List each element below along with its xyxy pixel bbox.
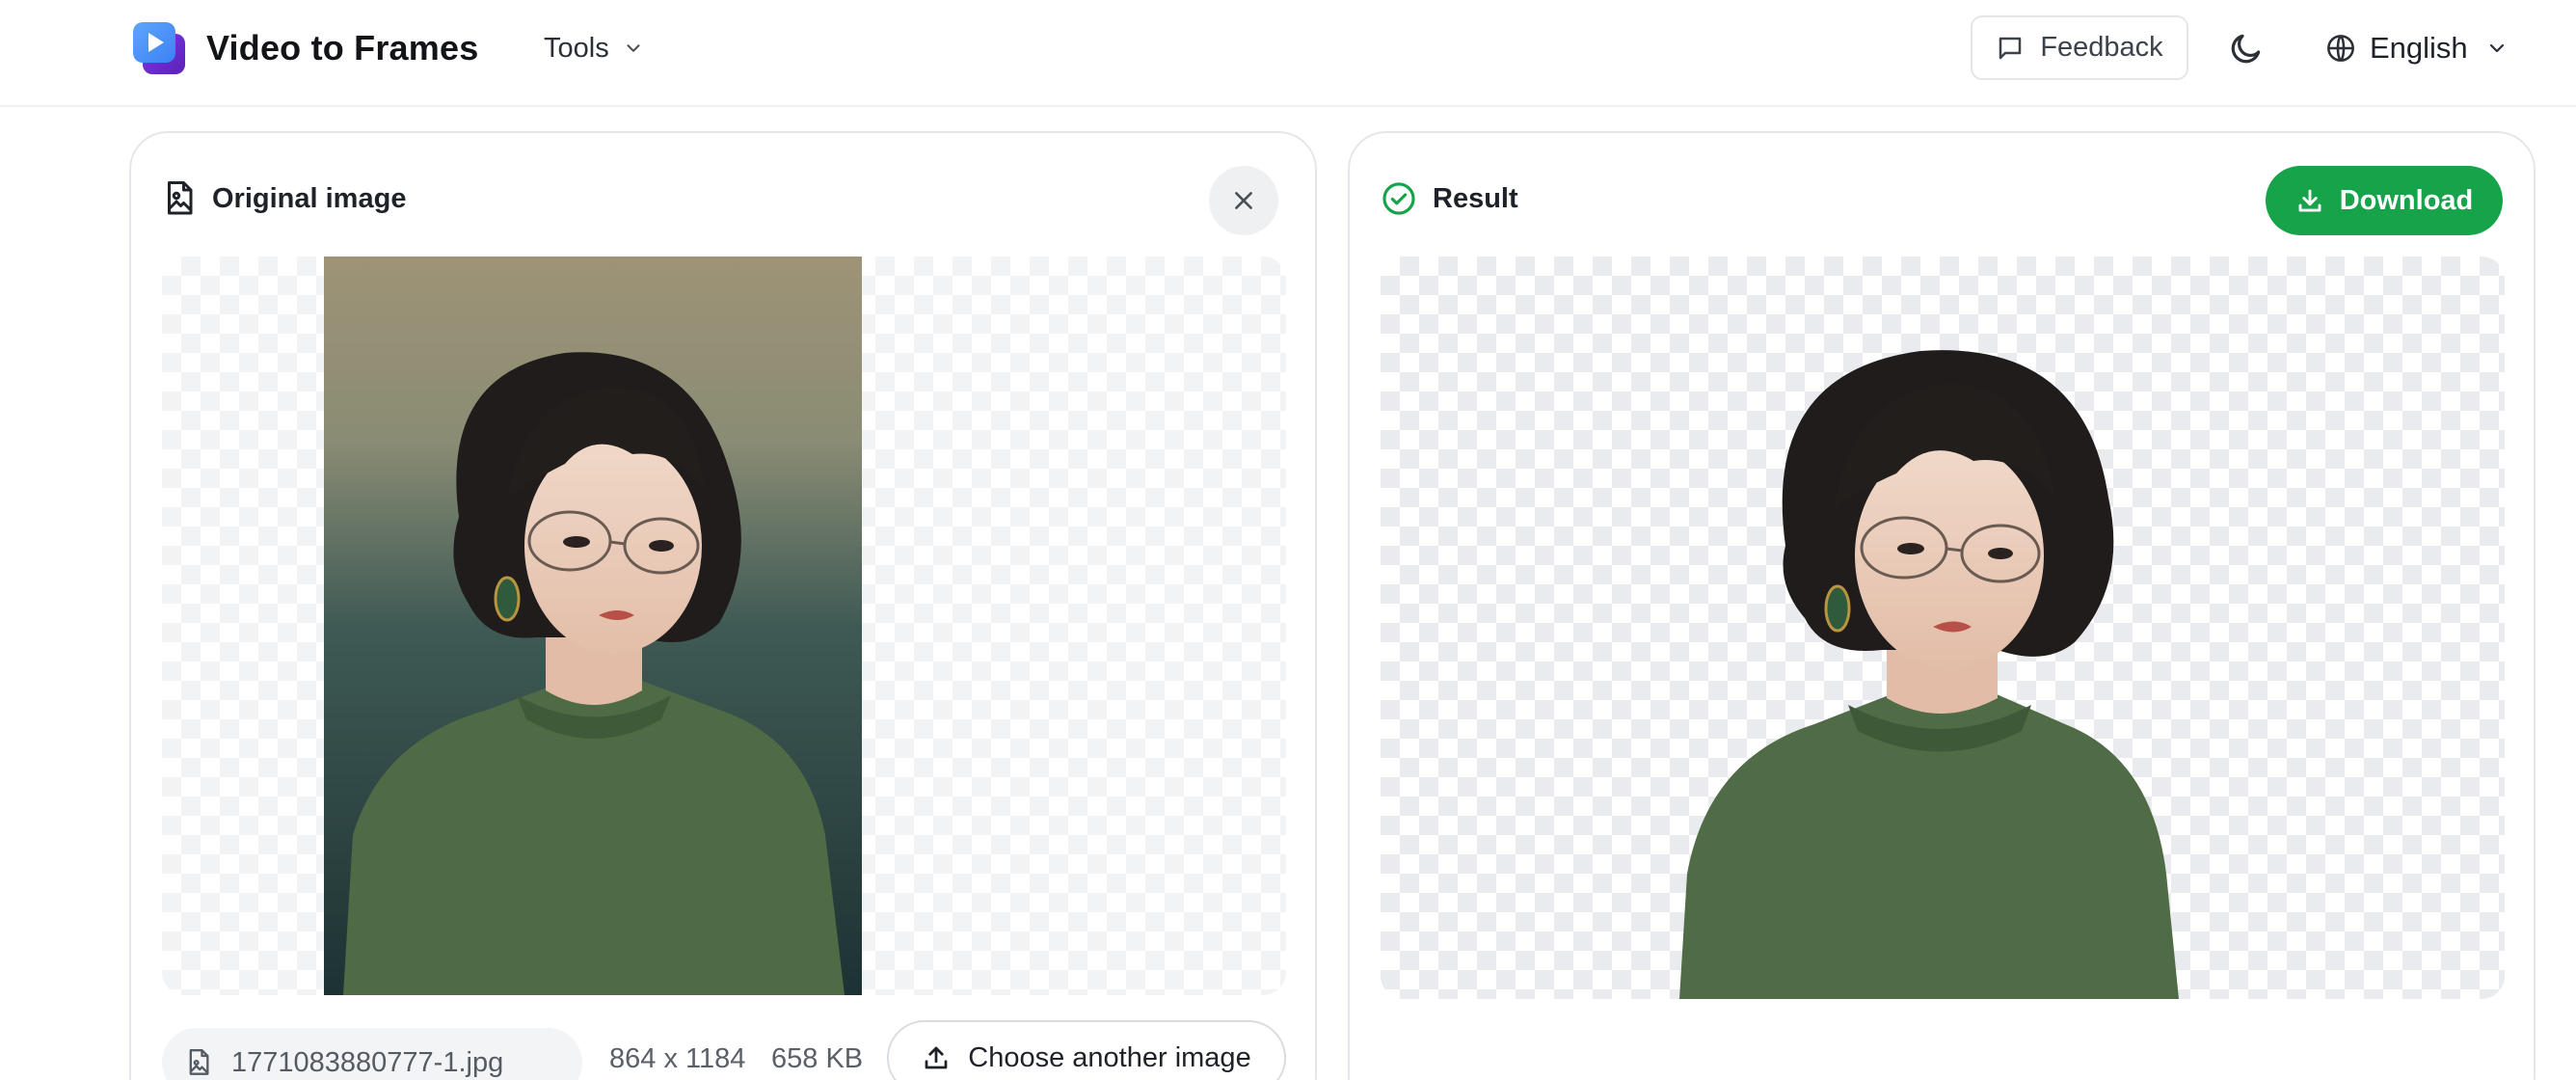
tools-menu[interactable]: Tools (544, 29, 644, 68)
chevron-down-icon (627, 44, 640, 52)
choose-another-label: Choose another image (968, 1041, 1251, 1073)
original-photo (324, 256, 862, 995)
image-file-icon (168, 181, 193, 215)
original-panel-title: Original image (212, 182, 407, 214)
result-panel-header: Result (1381, 177, 1518, 220)
file-name-chip: 1771083880777-1.jpg (162, 1028, 582, 1080)
chevron-down-icon (2489, 43, 2504, 53)
app-logo-icon (131, 20, 187, 76)
close-button[interactable] (1209, 166, 1278, 235)
download-icon (2298, 189, 2321, 212)
moon-icon (2231, 34, 2261, 64)
upload-icon (925, 1046, 948, 1069)
check-circle-icon (1382, 182, 1415, 215)
image-dimensions: 864 x 1184 (609, 1043, 746, 1074)
result-panel: Result Download (1348, 131, 2536, 1080)
top-navbar: Video to Frames Tools Feedback English (0, 0, 2576, 107)
message-icon (1999, 37, 2022, 59)
theme-toggle-button[interactable] (2225, 27, 2267, 69)
app-title: Video to Frames (206, 28, 479, 68)
file-icon (189, 1048, 209, 1075)
choose-another-image-button[interactable]: Choose another image (887, 1020, 1286, 1080)
feedback-label: Feedback (2040, 32, 2163, 63)
globe-icon (2327, 35, 2354, 62)
language-selector[interactable]: English (2325, 25, 2509, 71)
original-panel-header: Original image (162, 177, 406, 220)
result-cutout-image (1679, 350, 2179, 999)
download-button[interactable]: Download (2266, 166, 2503, 235)
tools-label: Tools (544, 32, 609, 64)
file-size: 658 KB (771, 1043, 864, 1074)
brand[interactable]: Video to Frames (131, 19, 478, 77)
close-icon (1235, 192, 1252, 209)
language-label: English (2370, 31, 2468, 65)
download-label: Download (2339, 184, 2474, 216)
file-name: 1771083880777-1.jpg (231, 1046, 504, 1078)
feedback-button[interactable]: Feedback (1971, 15, 2188, 80)
result-image-canvas (1381, 256, 2505, 999)
result-panel-title: Result (1433, 182, 1518, 214)
